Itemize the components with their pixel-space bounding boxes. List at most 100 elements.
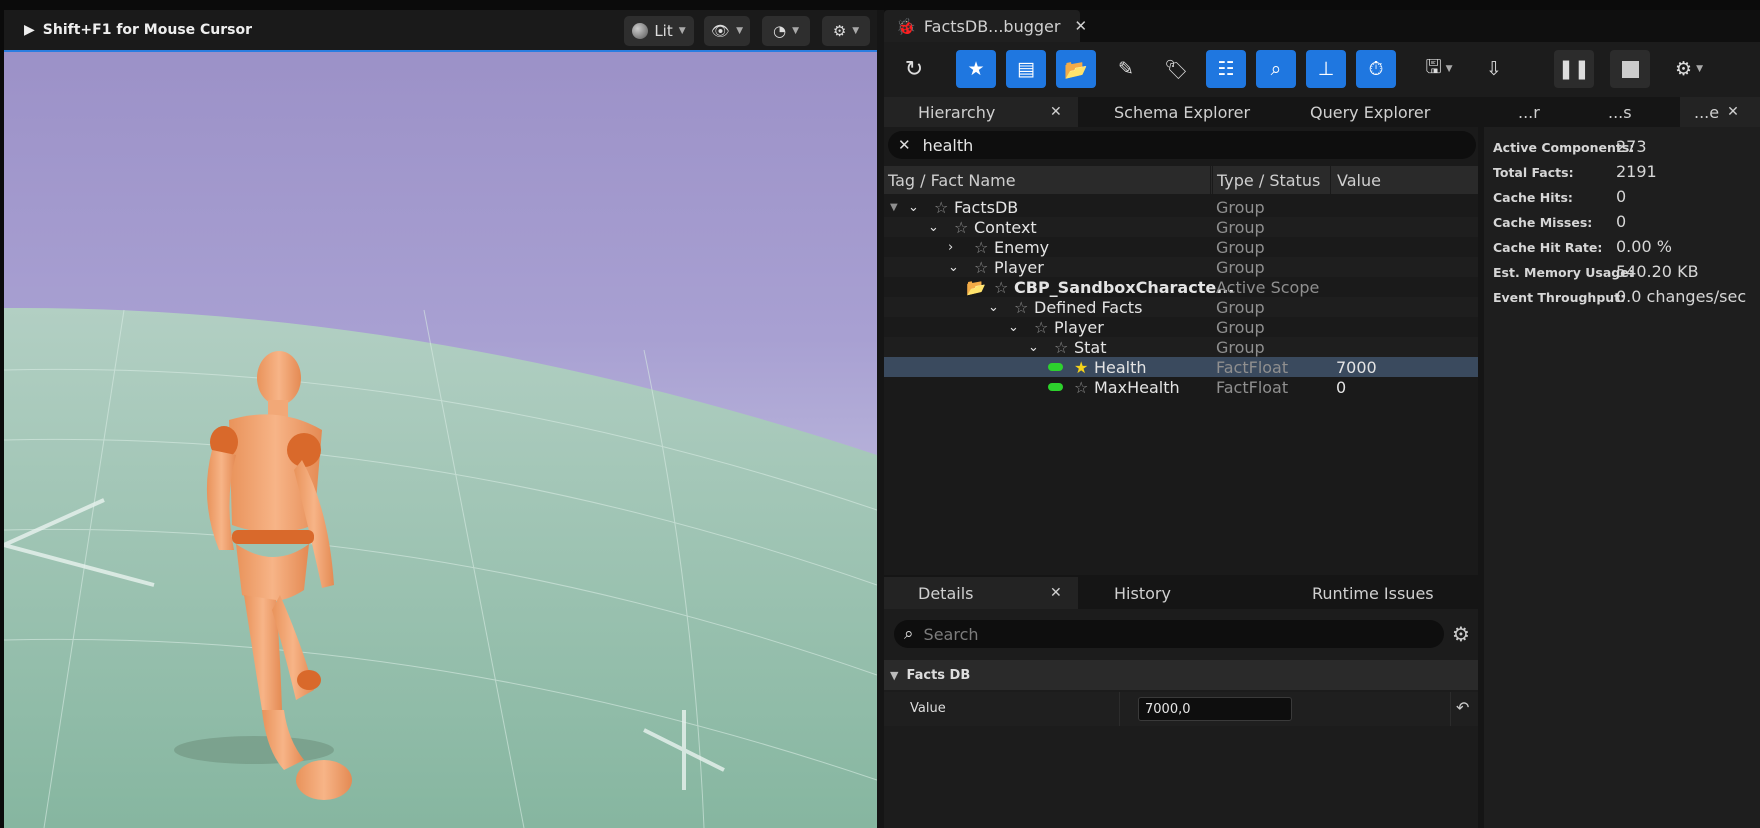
tree-row[interactable]: ⌄ ☆ Player Group	[884, 317, 1478, 337]
star-outline-icon[interactable]: ☆	[974, 257, 988, 277]
stat-label: Total Facts:	[1493, 165, 1574, 180]
close-icon[interactable]: ✕	[1050, 104, 1062, 120]
tab-details[interactable]: Details ✕	[884, 577, 1078, 609]
tree-row[interactable]: ▼ ⌄ ☆ FactsDB Group	[884, 197, 1478, 217]
star-filled-icon[interactable]: ★	[1074, 357, 1088, 377]
cursor-hint: ▶ Shift+F1 for Mouse Cursor	[24, 22, 253, 38]
status-indicator	[1048, 357, 1071, 377]
value-field[interactable]: 7000,0	[1138, 697, 1292, 721]
viewport-settings-button[interactable]: ⚙ ▼	[822, 16, 870, 46]
tab-history[interactable]: History	[1114, 577, 1171, 609]
tree-view-button[interactable]: ☷	[1206, 50, 1246, 88]
tab-runtime-issues[interactable]: Runtime Issues	[1312, 577, 1434, 609]
column-header-type[interactable]: Type / Status	[1212, 166, 1320, 194]
chevron-down-icon[interactable]: ⌄	[1028, 337, 1039, 357]
tree-row[interactable]: ⌄ ☆ Stat Group	[884, 337, 1478, 357]
debugger-subtabs: Hierarchy ✕ Schema Explorer Query Explor…	[884, 97, 1760, 127]
chevron-down-icon[interactable]: ⌄	[988, 297, 999, 317]
import-icon: ⇩	[1486, 58, 1502, 80]
search-icon: ⌕	[1270, 58, 1282, 80]
pause-icon: ❚❚	[1558, 58, 1590, 80]
hierarchy-button[interactable]: ⊥	[1306, 50, 1346, 88]
import-button[interactable]: ⇩	[1474, 50, 1514, 88]
stat-value: 540.20 KB	[1616, 262, 1699, 281]
favorites-button[interactable]: ★	[956, 50, 996, 88]
tree-row[interactable]: ⌄ ☆ Player Group	[884, 257, 1478, 277]
star-outline-icon[interactable]: ☆	[1014, 297, 1028, 317]
gear-icon: ⚙	[832, 22, 847, 40]
refresh-button[interactable]: ↻	[894, 50, 934, 88]
tab-collapsed-s[interactable]: ...s	[1608, 97, 1632, 127]
timer-button[interactable]: ⏱	[1356, 50, 1396, 88]
chevron-down-icon: ▼	[792, 26, 799, 36]
hierarchy-search[interactable]: ✕ health	[888, 131, 1476, 159]
tag-button[interactable]: 🏷	[1156, 50, 1196, 88]
search-toggle-button[interactable]: ⌕	[1256, 50, 1296, 88]
eyedropper-icon: ✎	[1118, 58, 1134, 80]
level-viewport[interactable]	[4, 10, 877, 828]
star-outline-icon[interactable]: ☆	[1034, 317, 1048, 337]
chevron-down-icon: ▼	[1445, 64, 1453, 74]
settings-button[interactable]: ⚙ ▼	[1664, 50, 1714, 88]
details-search[interactable]: ⌕ Search	[894, 620, 1444, 648]
tab-collapsed-e[interactable]: ...e ✕	[1680, 97, 1760, 127]
bug-icon: 🐞	[896, 16, 916, 36]
ground-plane	[4, 307, 877, 828]
performance-button[interactable]: ◔ ▼	[762, 16, 810, 46]
clear-search-icon[interactable]: ✕	[898, 136, 911, 154]
details-tabs: Details ✕ History Runtime Issues	[884, 577, 1478, 609]
category-facts-db[interactable]: ▼ Facts DB	[884, 660, 1478, 690]
org-chart-icon: ⊥	[1317, 58, 1335, 80]
reset-arrow-icon[interactable]: ↶	[1456, 698, 1469, 717]
save-button[interactable]: 🖫 ▼	[1414, 50, 1464, 88]
cursor-arrow-icon: ▶	[24, 22, 35, 38]
pause-button[interactable]: ❚❚	[1554, 50, 1594, 88]
debugger-tab[interactable]: 🐞 FactsDB...bugger ✕	[884, 10, 1087, 42]
details-settings-gear-icon[interactable]: ⚙	[1452, 622, 1470, 646]
tag-icon: 🏷	[1163, 58, 1189, 81]
tab-collapsed-r[interactable]: ...r	[1518, 97, 1540, 127]
stat-label: Event Throughput:	[1493, 290, 1626, 305]
stop-button[interactable]	[1610, 50, 1650, 88]
lit-mode-button[interactable]: Lit ▼	[624, 16, 694, 46]
star-outline-icon[interactable]: ☆	[1074, 377, 1088, 397]
stat-label: Cache Hits:	[1493, 190, 1573, 205]
star-outline-icon[interactable]: ☆	[974, 237, 988, 257]
tab-schema-explorer[interactable]: Schema Explorer	[1114, 97, 1250, 127]
property-row: Value 7000,0 ↶	[884, 692, 1478, 726]
tree-row[interactable]: ☆ MaxHealth FactFloat 0	[884, 377, 1478, 397]
close-icon[interactable]: ✕	[1074, 17, 1087, 35]
column-header-name[interactable]: Tag / Fact Name	[888, 166, 1016, 194]
close-icon[interactable]: ✕	[1050, 585, 1062, 601]
tree-row-selected[interactable]: ★ Health FactFloat 7000	[884, 357, 1478, 377]
star-outline-icon[interactable]: ☆	[954, 217, 968, 237]
tree-row[interactable]: ⌄ ☆ Defined Facts Group	[884, 297, 1478, 317]
stat-value: 0	[1616, 212, 1627, 231]
column-header-value[interactable]: Value	[1330, 166, 1381, 194]
chevron-down-icon[interactable]: ⌄	[928, 217, 939, 237]
chevron-down-icon[interactable]: ⌄	[908, 197, 919, 217]
tree-row[interactable]: ⌄ ☆ Context Group	[884, 217, 1478, 237]
chevron-down-icon[interactable]: ⌄	[1008, 317, 1019, 337]
stopwatch-icon: ⏱	[1368, 58, 1384, 80]
star-outline-icon[interactable]: ☆	[934, 197, 948, 217]
stop-icon	[1621, 60, 1639, 78]
stat-label: Est. Memory Usage:	[1493, 265, 1634, 280]
close-icon[interactable]: ✕	[1727, 104, 1739, 120]
chevron-down-icon[interactable]: ⌄	[948, 257, 959, 277]
chevron-right-icon[interactable]: ›	[948, 237, 953, 257]
search-icon: ⌕	[904, 624, 914, 644]
search-input[interactable]: Search	[924, 625, 979, 644]
tree-row[interactable]: 📂 ☆ CBP_SandboxCharacte... Active Scope	[884, 277, 1478, 297]
folder-button[interactable]: 📂	[1056, 50, 1096, 88]
star-outline-icon[interactable]: ☆	[1054, 337, 1068, 357]
script-button[interactable]: ▤	[1006, 50, 1046, 88]
tab-query-explorer[interactable]: Query Explorer	[1310, 97, 1430, 127]
tab-hierarchy[interactable]: Hierarchy ✕	[884, 97, 1078, 127]
chevron-down-icon: ▼	[736, 26, 743, 36]
picker-button[interactable]: ✎	[1106, 50, 1146, 88]
star-outline-icon[interactable]: ☆	[994, 277, 1008, 297]
tree-row[interactable]: › ☆ Enemy Group	[884, 237, 1478, 257]
search-input[interactable]: health	[923, 136, 974, 155]
show-flags-button[interactable]: 👁 ▼	[704, 16, 750, 46]
